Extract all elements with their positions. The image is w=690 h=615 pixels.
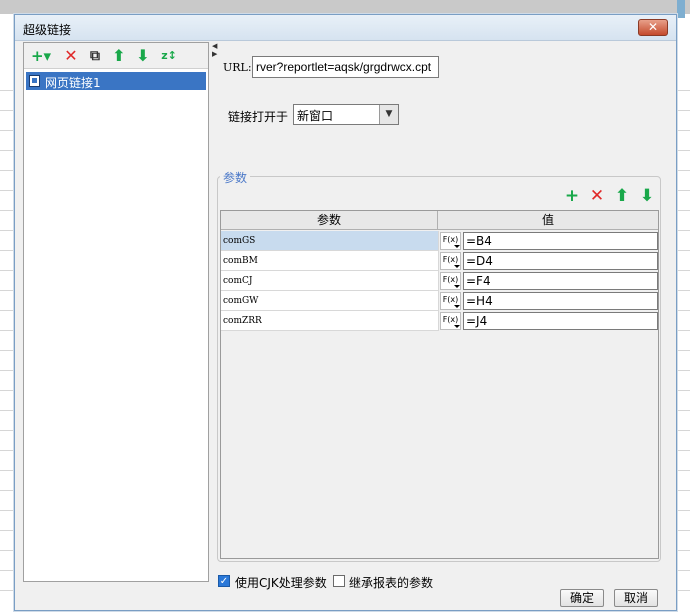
table-row[interactable]: comGS F(x) =B4 [221, 231, 658, 251]
param-name-cell[interactable]: comGW [221, 291, 439, 311]
param-move-up-button[interactable]: ⬆ [613, 186, 631, 206]
background-toolbar [0, 0, 690, 14]
move-up-button[interactable]: ⬆ [110, 46, 128, 66]
table-row[interactable]: comGW F(x) =H4 [221, 291, 658, 311]
param-name-cell[interactable]: comGS [221, 231, 439, 251]
chevron-down-icon: ▼ [385, 109, 393, 119]
delete-icon: ✕ [589, 186, 605, 206]
delete-link-button[interactable]: ✕ [62, 46, 80, 66]
arrow-down-icon: ⬇ [136, 46, 150, 65]
formula-button[interactable]: F(x) [440, 252, 461, 270]
add-link-button[interactable]: +▾ [28, 46, 54, 66]
checkbox-checked-icon[interactable]: ✓ [218, 575, 230, 587]
move-down-button[interactable]: ⬇ [134, 46, 152, 66]
open-in-select[interactable]: 新窗口 ▼ [293, 104, 399, 125]
tree-item-web-link[interactable]: 网页链接1 [26, 72, 206, 90]
param-value-input[interactable]: =H4 [463, 292, 658, 310]
formula-button[interactable]: F(x) [440, 232, 461, 250]
add-icon: + [564, 186, 580, 206]
param-value-input[interactable]: =D4 [463, 252, 658, 270]
params-legend: 参数 [220, 169, 251, 186]
checkbox-unchecked-icon[interactable] [333, 575, 345, 587]
column-header-value[interactable]: 值 [438, 211, 658, 230]
param-value-input[interactable]: =F4 [463, 272, 658, 290]
copy-link-button[interactable]: ⧉ [86, 46, 104, 66]
dialog-title: 超级链接 [23, 23, 72, 37]
table-row[interactable]: comCJ F(x) =F4 [221, 271, 658, 291]
link-settings-panel: URL: rver?reportlet=aqsk/grgdrwcx.cpt 链接… [217, 42, 664, 590]
param-name-cell[interactable]: comCJ [221, 271, 439, 291]
column-header-param[interactable]: 参数 [221, 211, 438, 230]
formula-button[interactable]: F(x) [440, 312, 461, 330]
ok-button[interactable]: 确定 [560, 589, 604, 607]
open-in-dropdown-button[interactable]: ▼ [379, 105, 398, 124]
arrow-down-icon: ⬇ [639, 186, 655, 206]
arrow-up-icon: ⬆ [614, 186, 630, 206]
cancel-button[interactable]: 取消 [614, 589, 658, 607]
add-dropdown-icon: +▾ [30, 47, 52, 65]
tree-item-label: 网页链接1 [45, 76, 101, 90]
use-cjk-label: 使用CJK处理参数 [235, 576, 327, 590]
copy-icon: ⧉ [90, 48, 100, 64]
link-list-toolbar: +▾ ✕ ⧉ ⬆ ⬇ z↕ [24, 43, 208, 69]
hyperlink-dialog: 超级链接 ✕ +▾ ✕ ⧉ ⬆ ⬇ z↕ 网页链接1 ◀ ▶ URL: rver… [14, 14, 677, 611]
param-value-input[interactable]: =B4 [463, 232, 658, 250]
web-link-icon [29, 75, 40, 87]
delete-icon: ✕ [64, 46, 78, 65]
formula-button[interactable]: F(x) [440, 272, 461, 290]
sort-button[interactable]: z↕ [158, 46, 180, 66]
param-value-input[interactable]: =J4 [463, 312, 658, 330]
close-button[interactable]: ✕ [638, 19, 668, 36]
params-table: 参数 值 comGS F(x) =B4 comBM F(x) =D4 comCJ… [220, 210, 659, 559]
param-name-cell[interactable]: comZRR [221, 311, 439, 331]
close-icon: ✕ [647, 20, 659, 34]
params-group: 参数 + ✕ ⬆ ⬇ 参数 值 comGS F(x) =B4 comBM F(x… [217, 169, 661, 562]
param-name-cell[interactable]: comBM [221, 251, 439, 271]
title-bar[interactable]: 超级链接 ✕ [15, 15, 676, 41]
open-in-value: 新窗口 [297, 109, 334, 123]
open-in-label: 链接打开于 [228, 110, 289, 124]
table-row[interactable]: comBM F(x) =D4 [221, 251, 658, 271]
delete-param-button[interactable]: ✕ [588, 186, 606, 206]
link-list-panel: +▾ ✕ ⧉ ⬆ ⬇ z↕ 网页链接1 [23, 42, 209, 582]
inherit-params-label: 继承报表的参数 [349, 576, 434, 590]
param-move-down-button[interactable]: ⬇ [638, 186, 656, 206]
arrow-up-icon: ⬆ [112, 46, 126, 65]
url-label: URL: [223, 61, 252, 74]
url-input[interactable]: rver?reportlet=aqsk/grgdrwcx.cpt [252, 56, 439, 78]
sort-icon: z↕ [161, 49, 177, 62]
formula-button[interactable]: F(x) [440, 292, 461, 310]
table-row[interactable]: comZRR F(x) =J4 [221, 311, 658, 331]
add-param-button[interactable]: + [563, 186, 581, 206]
background-accent [677, 0, 685, 18]
